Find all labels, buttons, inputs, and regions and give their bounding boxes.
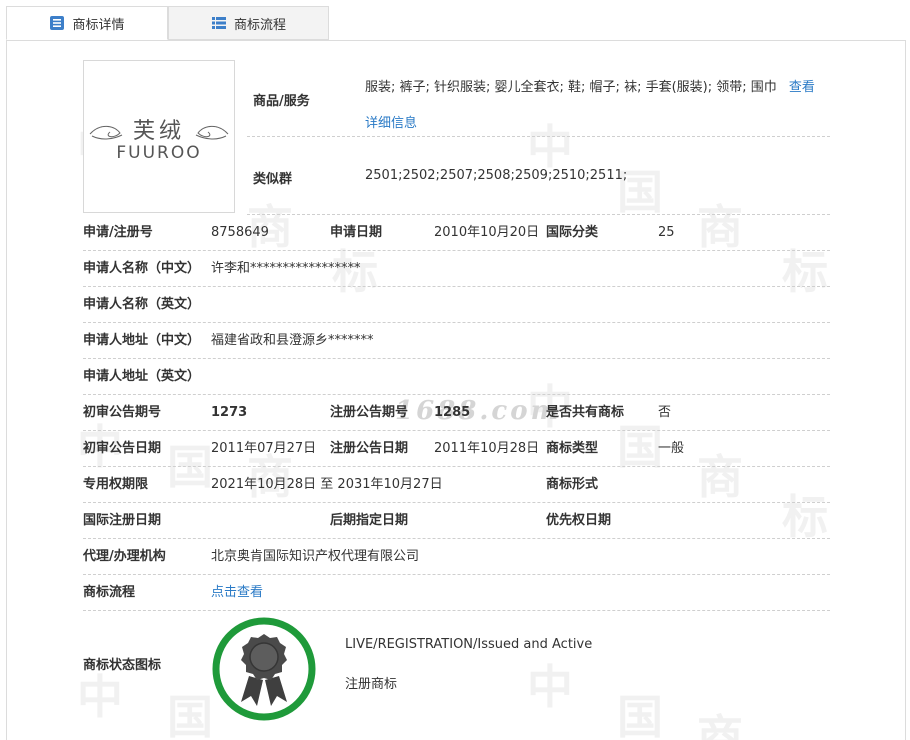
status-chinese: 注册商标	[345, 677, 398, 692]
detail-row: 申请人名称（中文） 许李和*****************	[83, 251, 830, 287]
tab-bar: 商标详情 商标流程	[6, 6, 906, 41]
status-row: 商标状态图标 LIVE/REGISTRATION/Issued and Acti…	[83, 611, 830, 721]
agent-label: 代理/办理机构	[83, 549, 166, 564]
status-label: 商标状态图标	[83, 658, 162, 673]
list-icon	[211, 15, 227, 31]
shared-label: 是否共有商标	[546, 405, 625, 420]
reg-notice-date-value: 2011年10月28日	[434, 441, 540, 456]
goods-services-row: 商品/服务 服装; 裤子; 针织服装; 婴儿全套衣; 鞋; 帽子; 袜; 手套(…	[247, 60, 830, 137]
reg-notice-no-value: 1285	[434, 405, 471, 420]
tm-form-label: 商标形式	[546, 477, 599, 492]
intl-reg-date-label: 国际注册日期	[83, 513, 162, 528]
detail-row: 代理/办理机构 北京奥肯国际知识产权代理有限公司	[83, 539, 830, 575]
detail-rows: 申请/注册号 8758649 申请日期 2010年10月20日 国际分类 25 …	[83, 215, 830, 721]
detail-row: 申请人地址（中文） 福建省政和县澄源乡*******	[83, 323, 830, 359]
detail-row: 国际注册日期 后期指定日期 优先权日期	[83, 503, 830, 539]
apply-date-value: 2010年10月20日	[434, 225, 540, 240]
priority-label: 优先权日期	[546, 513, 612, 528]
tm-type-value: 一般	[658, 441, 685, 456]
detail-row: 专用权期限 2021年10月28日 至 2031年10月27日 商标形式	[83, 467, 830, 503]
exclusive-value: 2021年10月28日 至 2031年10月27日	[211, 477, 443, 492]
goods-value: 服装; 裤子; 针织服装; 婴儿全套衣; 鞋; 帽子; 袜; 手套(服装); 领…	[365, 70, 825, 142]
reg-notice-date-label: 注册公告日期	[330, 441, 409, 456]
detail-row: 申请/注册号 8758649 申请日期 2010年10月20日 国际分类 25	[83, 215, 830, 251]
intl-class-value: 25	[658, 225, 675, 240]
applicant-cn-label: 申请人名称（中文）	[83, 261, 201, 276]
detail-row: 申请人名称（英文）	[83, 287, 830, 323]
apply-date-label: 申请日期	[330, 225, 383, 240]
registration-badge-icon	[211, 616, 317, 722]
status-english: LIVE/REGISTRATION/Issued and Active	[345, 637, 593, 652]
detail-row: 初审公告期号 1273 注册公告期号 1285 是否共有商标 否	[83, 395, 830, 431]
address-cn-value: 福建省政和县澄源乡*******	[211, 333, 374, 348]
tab-trademark-details[interactable]: 商标详情	[6, 6, 168, 40]
prelim-no-label: 初审公告期号	[83, 405, 162, 420]
similar-group-row: 类似群 2501;2502;2507;2508;2509;2510;2511;	[247, 136, 830, 215]
logo-chinese-text: 芙绒	[132, 119, 185, 144]
reg-notice-no-label: 注册公告期号	[330, 405, 409, 420]
applicant-en-label: 申请人名称（英文）	[83, 297, 201, 312]
tm-type-label: 商标类型	[546, 441, 599, 456]
reg-no-label: 申请/注册号	[83, 225, 153, 240]
goods-label: 商品/服务	[253, 94, 310, 109]
intl-class-label: 国际分类	[546, 225, 599, 240]
prelim-no-value: 1273	[211, 405, 248, 420]
process-label: 商标流程	[83, 585, 136, 600]
detail-row: 申请人地址（英文）	[83, 359, 830, 395]
detail-row: 商标流程 点击查看	[83, 575, 830, 611]
similar-group-label: 类似群	[253, 172, 293, 187]
address-en-label: 申请人地址（英文）	[83, 369, 201, 384]
exclusive-label: 专用权期限	[83, 477, 149, 492]
logo-english-text: FUUROO	[116, 143, 202, 163]
tab-label: 商标详情	[72, 17, 125, 33]
tab-trademark-process[interactable]: 商标流程	[168, 6, 329, 40]
detail-row: 初审公告日期 2011年07月27日 注册公告日期 2011年10月28日 商标…	[83, 431, 830, 467]
address-cn-label: 申请人地址（中文）	[83, 333, 201, 348]
later-designation-label: 后期指定日期	[330, 513, 409, 528]
agent-value: 北京奥肯国际知识产权代理有限公司	[211, 549, 420, 564]
applicant-cn-value: 许李和*****************	[211, 261, 361, 276]
reg-no-value: 8758649	[211, 225, 269, 240]
prelim-date-label: 初审公告日期	[83, 441, 162, 456]
document-icon	[49, 15, 65, 31]
shared-value: 否	[658, 405, 672, 420]
goods-text: 服装; 裤子; 针织服装; 婴儿全套衣; 鞋; 帽子; 袜; 手套(服装); 领…	[365, 80, 777, 95]
view-process-link[interactable]: 点击查看	[211, 575, 263, 610]
tab-label: 商标流程	[233, 17, 286, 33]
similar-group-value: 2501;2502;2507;2508;2509;2510;2511;	[365, 168, 628, 183]
trademark-logo: 芙绒 FUUROO	[83, 60, 235, 213]
prelim-date-value: 2011年07月27日	[211, 441, 317, 456]
details-panel: 中 国 中 国 商 商 标 标 中 国 中 国 商 商 标 中 国 中 国 商 …	[6, 40, 906, 740]
